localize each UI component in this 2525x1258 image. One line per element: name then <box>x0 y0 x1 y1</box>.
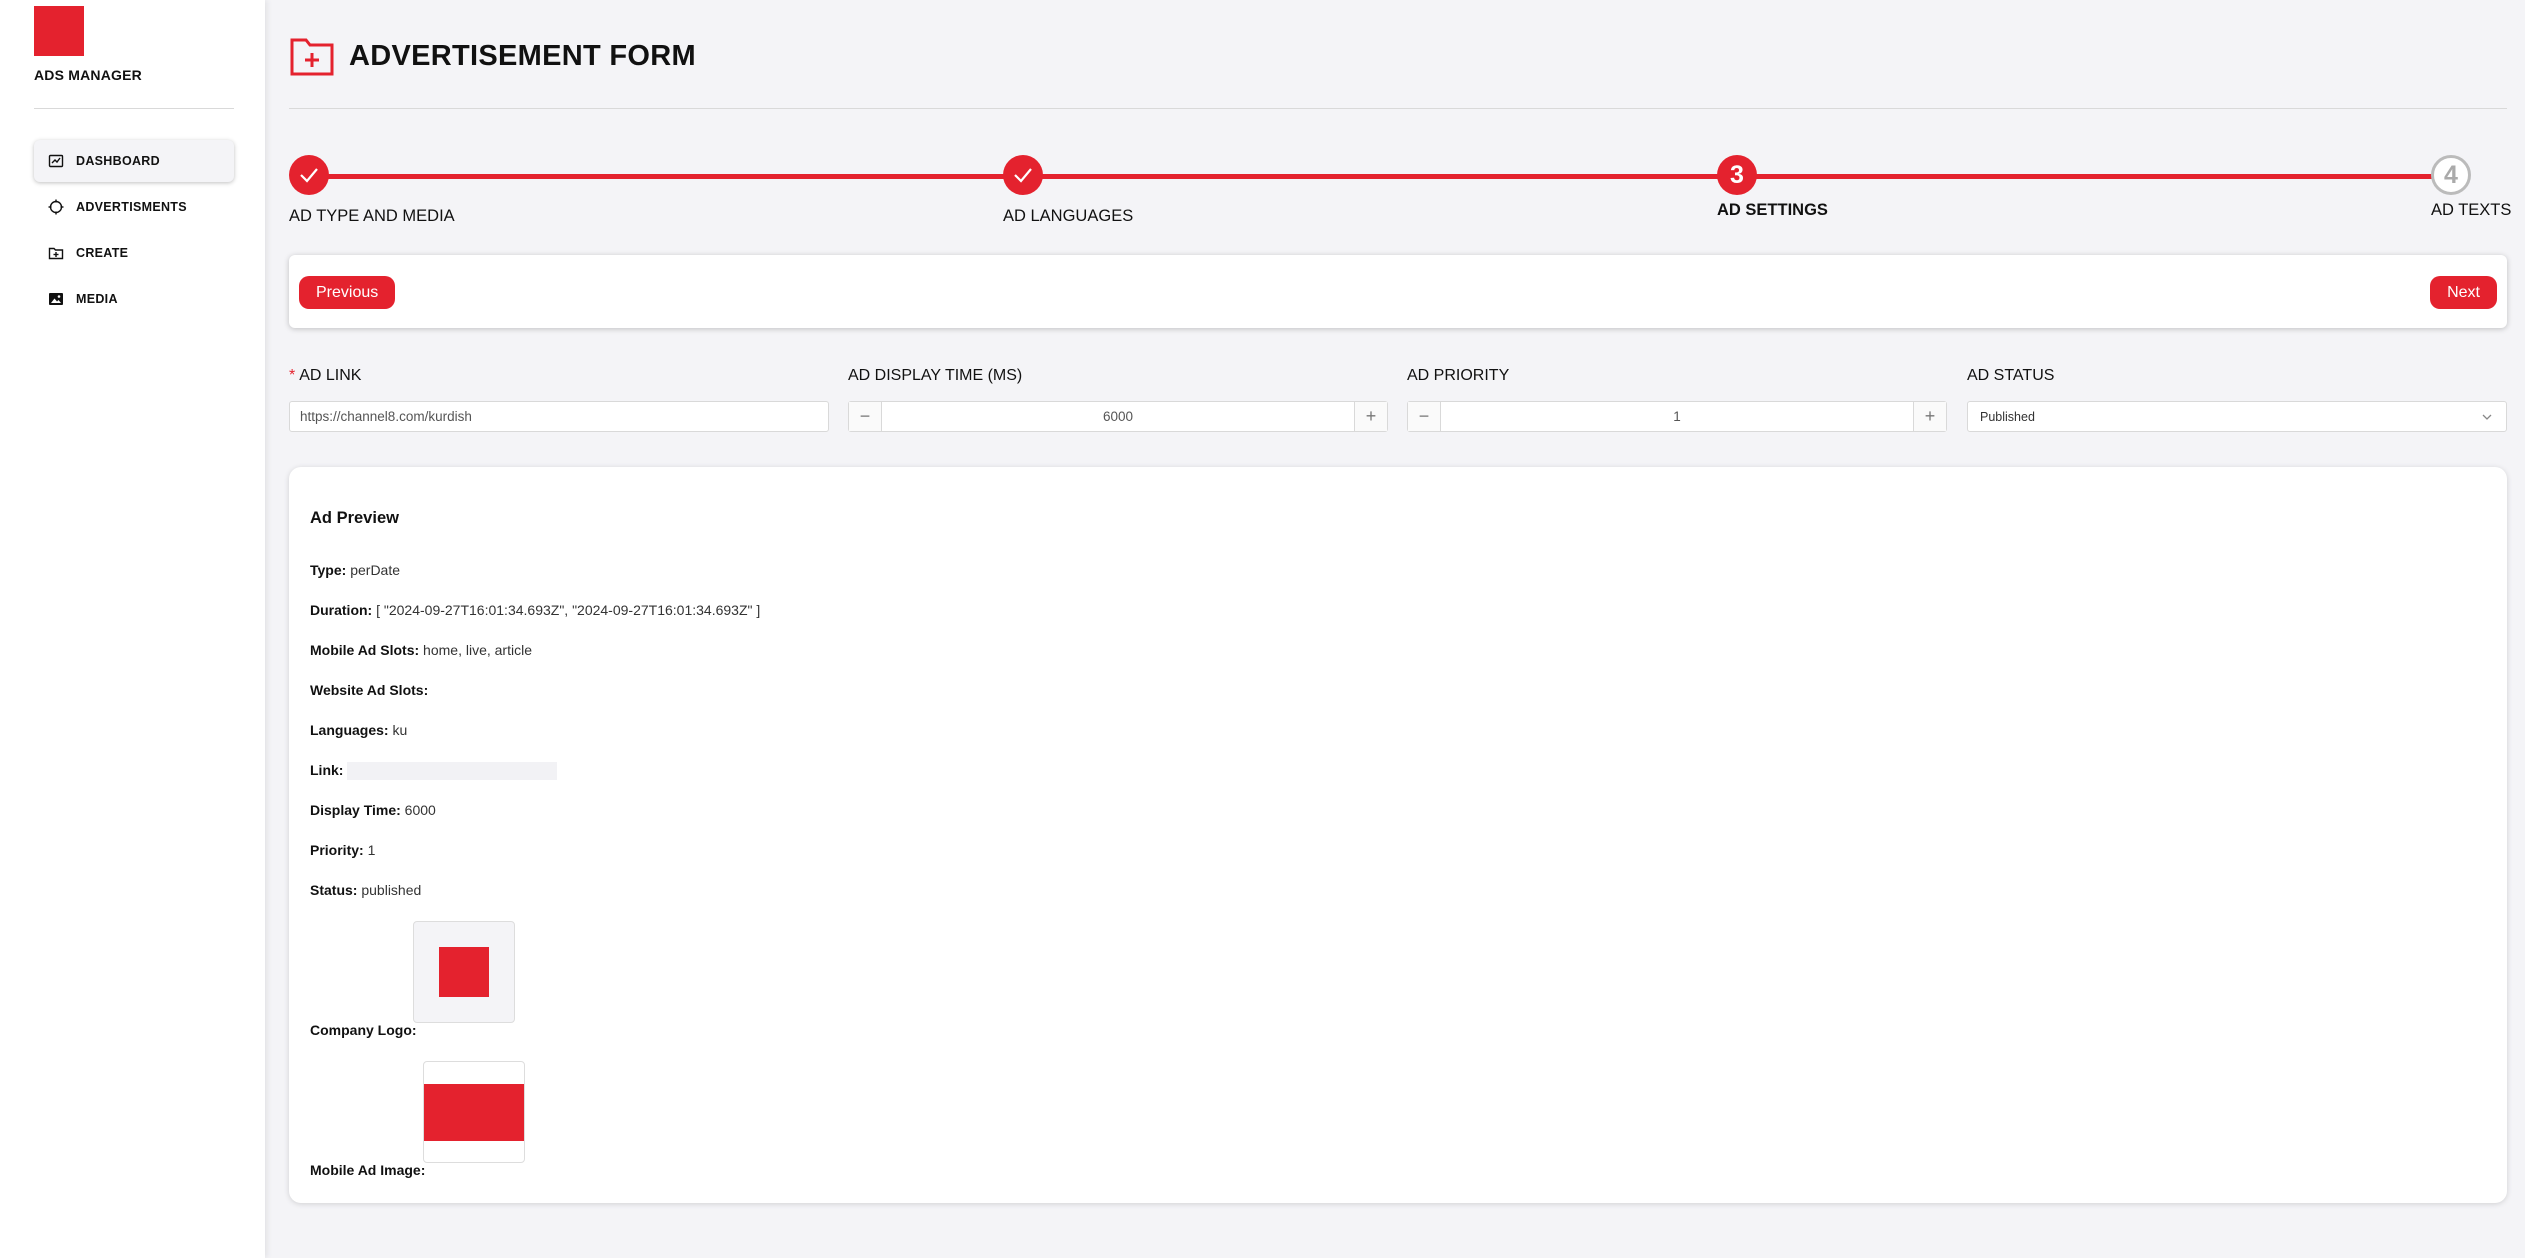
image-icon <box>49 293 63 305</box>
display-time-stepper: − 6000 + <box>848 401 1388 432</box>
display-time-input[interactable]: 6000 <box>882 402 1354 431</box>
sidebar-item-label: DASHBOARD <box>76 154 160 168</box>
company-logo-image <box>413 921 515 1023</box>
priority-input[interactable]: 1 <box>1441 402 1913 431</box>
step-label: AD LANGUAGES <box>1003 207 1134 225</box>
preview-status-row: Status: published <box>310 882 422 898</box>
ad-priority-field: AD PRIORITY − 1 + <box>1407 367 1947 432</box>
preview-duration-row: Duration: [ "2024-09-27T16:01:34.693Z", … <box>310 602 761 618</box>
decrement-button[interactable]: − <box>1408 402 1441 431</box>
required-mark: * <box>289 367 296 384</box>
ad-link-input[interactable]: https://channel8.com/kurdish <box>289 401 829 432</box>
step-pending-circle: 4 <box>2431 155 2471 195</box>
preview-website-slots-row: Website Ad Slots: <box>310 682 429 698</box>
page-header: ADVERTISEMENT FORM <box>289 34 696 78</box>
mobile-ad-image-label: Mobile Ad Image: <box>310 1162 426 1178</box>
ad-status-label: AD STATUS <box>1967 367 2055 384</box>
dashboard-icon <box>48 154 64 168</box>
company-logo-graphic <box>439 947 489 997</box>
step-label: AD SETTINGS <box>1717 201 1828 219</box>
ad-status-selected: Published <box>1980 409 2035 424</box>
preview-mobile-slots-row: Mobile Ad Slots: home, live, article <box>310 642 532 658</box>
ad-display-time-label: AD DISPLAY TIME (MS) <box>848 367 1023 384</box>
mobile-ad-graphic <box>424 1084 524 1141</box>
ad-priority-label: AD PRIORITY <box>1407 367 1510 384</box>
increment-button[interactable]: + <box>1354 402 1387 431</box>
ad-preview-title: Ad Preview <box>310 509 399 527</box>
header-divider <box>289 108 2507 109</box>
decrement-button[interactable]: − <box>849 402 882 431</box>
sidebar-item-label: ADVERTISMENTS <box>76 200 187 214</box>
sidebar-item-create[interactable]: CREATE <box>34 232 234 274</box>
increment-button[interactable]: + <box>1913 402 1946 431</box>
priority-stepper: − 1 + <box>1407 401 1947 432</box>
ad-link-field: * AD LINK https://channel8.com/kurdish <box>289 367 829 432</box>
step-done-circle <box>289 155 329 195</box>
preview-priority-row: Priority: 1 <box>310 842 376 858</box>
sidebar-item-media[interactable]: MEDIA <box>34 278 234 320</box>
preview-type-row: Type: perDate <box>310 562 401 578</box>
page-title: ADVERTISEMENT FORM <box>349 39 696 72</box>
step-navigation-card: Previous Next <box>289 255 2507 328</box>
sidebar-item-advertisments[interactable]: ADVERTISMENTS <box>34 186 234 228</box>
preview-display-time-row: Display Time: 6000 <box>310 802 436 818</box>
sidebar-item-label: MEDIA <box>76 292 118 306</box>
preview-link-value[interactable] <box>347 762 558 781</box>
preview-languages-row: Languages: ku <box>310 722 408 738</box>
sidebar-divider <box>34 108 234 109</box>
sidebar-item-dashboard[interactable]: DASHBOARD <box>34 140 234 182</box>
step-label: AD TYPE AND MEDIA <box>289 207 455 225</box>
app-name: ADS MANAGER <box>34 67 142 83</box>
step-ad-languages[interactable]: AD LANGUAGES <box>1003 155 1133 226</box>
app-logo[interactable] <box>34 6 84 56</box>
sidebar-nav: DASHBOARD ADVERTISMENTS CREATE MEDIA <box>34 140 234 324</box>
check-icon <box>300 168 318 183</box>
form-stepper: AD TYPE AND MEDIA AD LANGUAGES 3 AD SETT… <box>289 155 2511 235</box>
next-button[interactable]: Next <box>2430 276 2497 309</box>
step-current-circle: 3 <box>1717 155 1757 195</box>
ad-display-time-field: AD DISPLAY TIME (MS) − 6000 + <box>848 367 1388 432</box>
step-ad-texts[interactable]: 4 AD TEXTS <box>2431 155 2511 220</box>
check-icon <box>1014 168 1032 183</box>
mobile-ad-image <box>423 1061 525 1163</box>
previous-button[interactable]: Previous <box>299 276 396 309</box>
ad-link-label: * AD LINK <box>289 367 362 384</box>
ad-preview-card: Ad Preview Type: perDate Duration: [ "20… <box>289 467 2507 1203</box>
preview-link-row: Link: <box>310 762 558 781</box>
step-done-circle <box>1003 155 1043 195</box>
folder-plus-icon <box>48 247 64 260</box>
ad-status-select[interactable]: Published <box>1967 401 2507 432</box>
crosshair-icon <box>48 199 64 215</box>
step-ad-type-and-media[interactable]: AD TYPE AND MEDIA <box>289 155 455 226</box>
sidebar: ADS MANAGER DASHBOARD ADVERTISMENTS CREA… <box>0 0 265 1258</box>
company-logo-label: Company Logo: <box>310 1022 417 1038</box>
folder-plus-icon <box>290 38 334 76</box>
step-ad-settings[interactable]: 3 AD SETTINGS <box>1717 155 1828 220</box>
stepper-progress-line <box>309 174 2469 179</box>
ad-status-field: AD STATUS Published <box>1967 367 2507 432</box>
step-label: AD TEXTS <box>2431 201 2512 219</box>
sidebar-item-label: CREATE <box>76 246 129 260</box>
chevron-down-icon <box>2482 414 2492 420</box>
